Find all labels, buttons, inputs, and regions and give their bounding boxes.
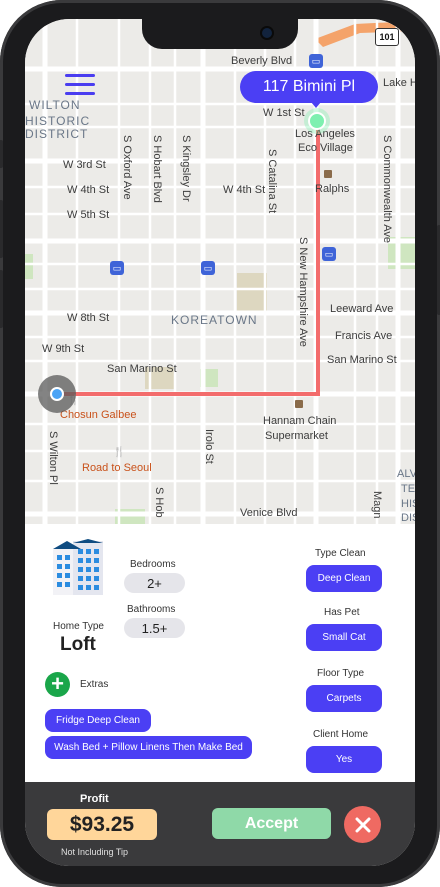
restaurant-icon: 🍴 <box>113 447 126 458</box>
street-label: W 9th St <box>42 343 85 355</box>
front-camera <box>262 28 272 38</box>
highway-badge: 101 <box>375 28 399 46</box>
destination-label[interactable]: 117 Bimini Pl <box>240 71 378 103</box>
street-label: S Kingsley Dr <box>180 135 192 202</box>
mute-switch <box>0 140 3 168</box>
place-label: Hannam Chain <box>263 415 337 427</box>
bathrooms-label: Bathrooms <box>127 604 176 615</box>
map-view[interactable]: ▭ ▭ ▭ ▭ 101 WILTON HISTORIC DISTRICT KOR… <box>25 19 415 524</box>
tip-note: Not Including Tip <box>61 847 129 857</box>
bottom-action-bar: Profit $93.25 Not Including Tip Accept <box>25 782 415 866</box>
screen: ▭ ▭ ▭ ▭ 101 WILTON HISTORIC DISTRICT KOR… <box>25 19 415 866</box>
extra-wash-bed-linens[interactable]: Wash Bed + Pillow Linens Then Make Bed <box>45 736 252 759</box>
street-label: W 8th St <box>67 312 110 324</box>
type-clean-value[interactable]: Deep Clean <box>306 565 382 592</box>
area-label: HISTORIC <box>25 114 91 128</box>
volume-up-button <box>0 200 3 258</box>
close-icon <box>355 817 370 832</box>
street-label: W 3rd St <box>63 159 106 171</box>
menu-bar <box>65 92 95 95</box>
store-icon <box>324 170 332 178</box>
street-label: W 4th St <box>67 184 110 196</box>
street-label: Irolo St <box>203 429 215 464</box>
bedrooms-label: Bedrooms <box>130 559 176 570</box>
area-label: KOREATOWN <box>171 313 258 327</box>
place-label: Ralphs <box>315 183 350 195</box>
store-icon <box>295 400 303 408</box>
street-label: Magn <box>371 491 383 519</box>
decline-button[interactable] <box>344 806 381 843</box>
street-label: San Marino St <box>327 354 397 366</box>
street-label: W 4th St <box>223 184 266 196</box>
profit-value: $93.25 <box>47 809 157 840</box>
current-location-dot <box>50 387 64 401</box>
place-label: Supermarket <box>265 430 328 442</box>
home-type-value: Loft <box>60 634 96 655</box>
place-label: Road to Seoul <box>82 462 152 474</box>
street-label: W 1st St <box>263 107 305 119</box>
building-icon <box>53 539 103 595</box>
client-home-value[interactable]: Yes <box>306 746 382 773</box>
has-pet-value[interactable]: Small Cat <box>306 624 382 651</box>
place-label: Los Angeles <box>295 128 355 140</box>
street-label: S Hobart Blvd <box>151 135 163 203</box>
volume-down-button <box>0 270 3 328</box>
area-label: HIS <box>401 498 415 510</box>
job-details-panel: Home Type Loft Bedrooms 2+ Bathrooms 1.5… <box>25 524 415 784</box>
profit-label: Profit <box>80 793 109 805</box>
floor-type-label: Floor Type <box>317 668 365 679</box>
area-label: DISTRICT <box>25 127 89 141</box>
street-label: S Catalina St <box>266 149 278 214</box>
add-extra-button[interactable]: + <box>45 672 70 697</box>
has-pet-label: Has Pet <box>324 607 360 618</box>
street-label: S Wilton Pl <box>47 431 59 485</box>
street-label: W 5th St <box>67 209 110 221</box>
destination-marker-icon <box>308 112 326 130</box>
place-label: Lake H <box>383 77 415 89</box>
menu-bar <box>65 74 95 77</box>
transit-icon: ▭ <box>201 261 215 275</box>
area-label: DIS <box>401 512 415 524</box>
transit-icon: ▭ <box>309 54 323 68</box>
accept-button[interactable]: Accept <box>212 808 331 839</box>
street-label: Francis Ave <box>335 330 393 342</box>
notch <box>142 19 298 49</box>
place-label: Eco Village <box>298 142 353 154</box>
menu-button[interactable] <box>65 74 95 96</box>
area-label: WILTON <box>29 98 81 112</box>
bedrooms-value: 2+ <box>124 573 185 593</box>
transit-icon: ▭ <box>322 247 336 261</box>
floor-type-value[interactable]: Carpets <box>306 685 382 712</box>
street-label: S Oxford Ave <box>121 135 133 200</box>
extra-fridge-deep-clean[interactable]: Fridge Deep Clean <box>45 709 151 732</box>
street-label: Venice Blvd <box>240 507 298 519</box>
home-type-label: Home Type <box>53 621 104 632</box>
transit-icon: ▭ <box>110 261 124 275</box>
area-label: ALV <box>397 468 415 480</box>
street-label: Beverly Blvd <box>231 55 293 67</box>
street-label: S Hob <box>153 487 165 518</box>
area-label: TE <box>401 483 415 495</box>
place-label: Chosun Galbee <box>60 409 137 421</box>
menu-bar <box>65 83 95 86</box>
extras-label: Extras <box>80 679 109 690</box>
type-clean-label: Type Clean <box>315 548 366 559</box>
street-label: San Marino St <box>107 363 177 375</box>
client-home-label: Client Home <box>313 729 369 740</box>
bathrooms-value: 1.5+ <box>124 618 185 638</box>
street-label: S Commonwealth Ave <box>381 135 393 244</box>
street-label: Leeward Ave <box>330 303 394 315</box>
street-label: S New Hampshire Ave <box>297 237 309 347</box>
